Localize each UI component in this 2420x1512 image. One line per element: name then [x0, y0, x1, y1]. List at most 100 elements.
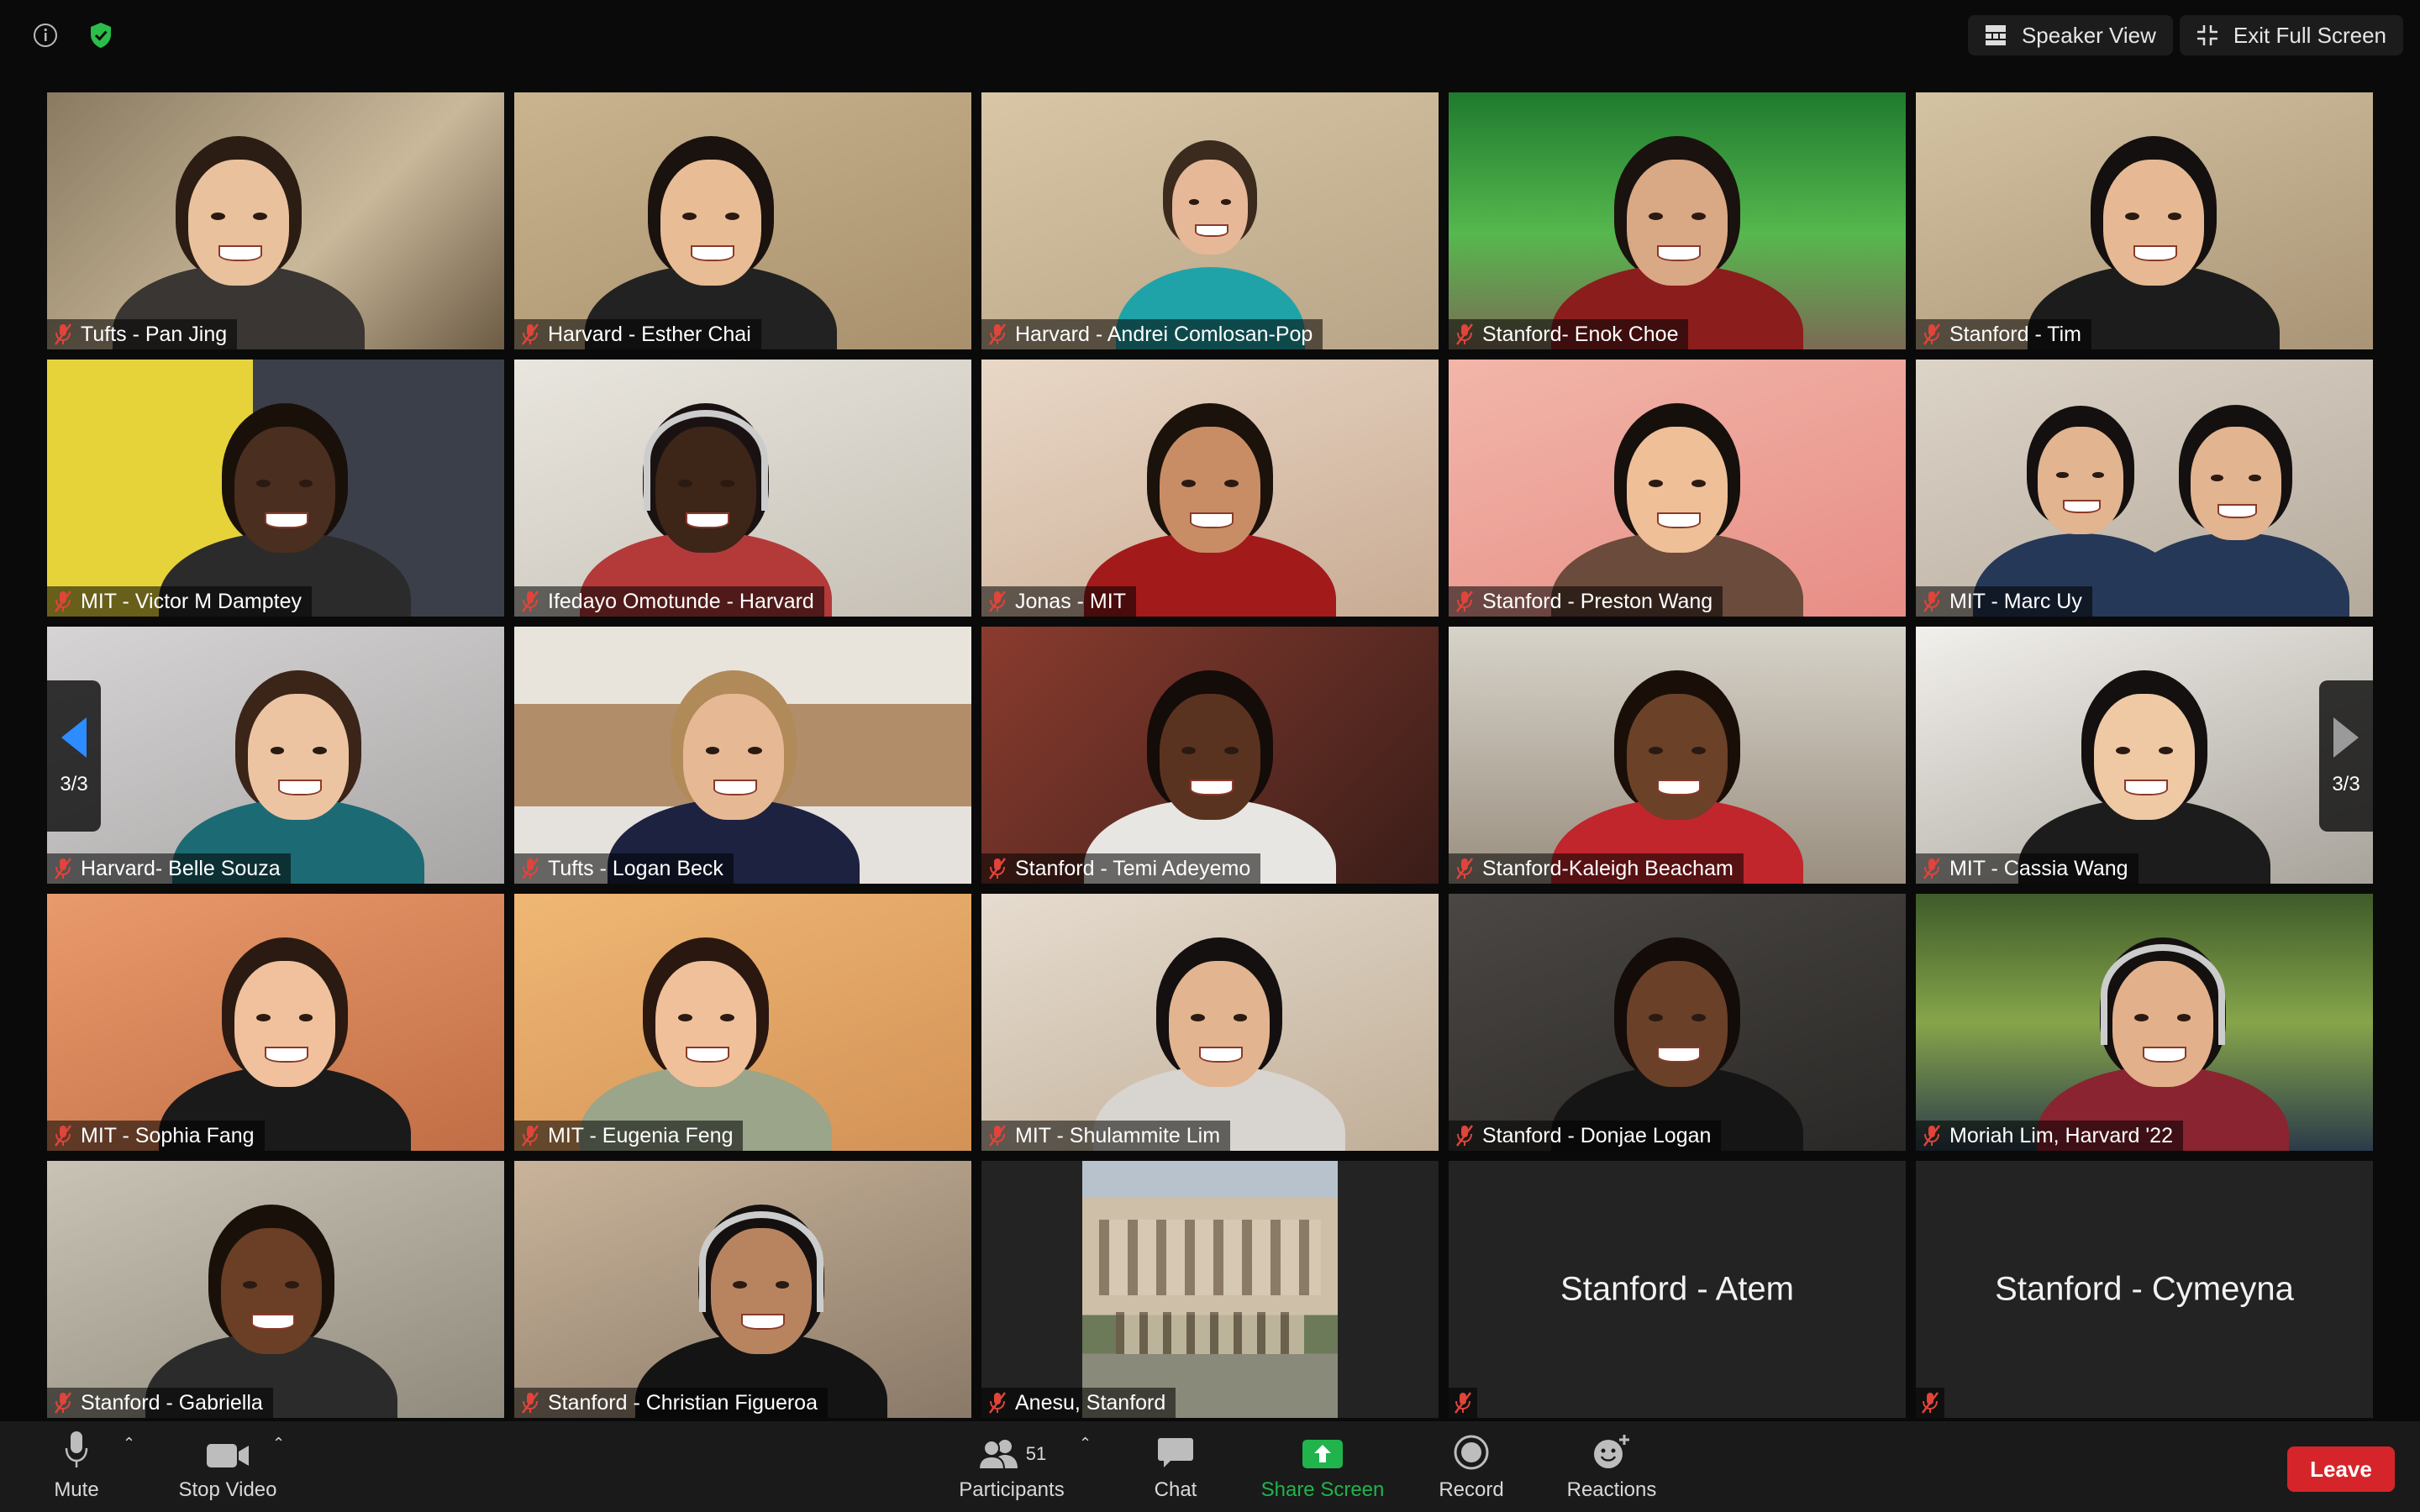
participant-name-label: Moriah Lim, Harvard '22 — [1916, 1121, 2183, 1151]
reactions-button[interactable]: Reactions — [1563, 1426, 1660, 1502]
participant-video-tile[interactable]: MIT - Sophia Fang — [47, 894, 504, 1151]
page-indicator-right: 3/3 — [2332, 773, 2360, 795]
participant-name-label: MIT - Eugenia Feng — [514, 1121, 744, 1151]
participants-button[interactable]: 51 Participants — [953, 1426, 1071, 1502]
share-screen-button[interactable]: Share Screen — [1257, 1426, 1388, 1502]
participant-face — [1172, 160, 1248, 255]
participant-name-label: Harvard - Esther Chai — [514, 319, 761, 349]
participant-video-tile[interactable]: Jonas - MIT — [981, 360, 1439, 617]
participant-video-tile[interactable]: Stanford - Christian Figueroa — [514, 1161, 971, 1418]
participant-name: MIT - Cassia Wang — [1949, 856, 2128, 880]
leave-meeting-button[interactable]: Leave — [2287, 1446, 2395, 1492]
participant-name: Stanford - Gabriella — [81, 1390, 263, 1415]
participant-name-label: Stanford-Kaleigh Beacham — [1449, 853, 1744, 884]
mic-muted-icon — [55, 858, 71, 879]
participant-name: MIT - Eugenia Feng — [548, 1123, 734, 1147]
participant-video-tile[interactable]: Harvard- Belle Souza — [47, 627, 504, 884]
participant-video-tile[interactable]: Moriah Lim, Harvard '22 — [1916, 894, 2373, 1151]
participant-video-tile[interactable]: Harvard - Andrei Comlosan-Pop — [981, 92, 1439, 349]
participant-face — [248, 694, 350, 820]
participant-name-label: Ifedayo Omotunde - Harvard — [514, 586, 824, 617]
participant-face — [1627, 961, 1728, 1087]
chat-button[interactable]: Chat — [1146, 1426, 1205, 1502]
participant-name: Ifedayo Omotunde - Harvard — [548, 589, 814, 613]
participant-name-label: MIT - Shulammite Lim — [981, 1121, 1231, 1151]
participant-video-tile[interactable]: Stanford- Enok Choe — [1449, 92, 1906, 349]
stop-video-button[interactable]: Stop Video — [173, 1426, 282, 1502]
exit-fullscreen-icon — [2196, 25, 2217, 45]
participant-name: Stanford - Temi Adeyemo — [1015, 856, 1251, 880]
mic-muted-icon — [1456, 858, 1473, 879]
participant-video-tile[interactable]: Tufts - Logan Beck — [514, 627, 971, 884]
participant-video-tile[interactable]: Stanford - Cymeyna — [1916, 1161, 2373, 1418]
record-button[interactable]: Record — [1435, 1426, 1507, 1502]
participant-video-tile[interactable]: Stanford-Kaleigh Beacham — [1449, 627, 1906, 884]
participant-video-tile[interactable]: Ifedayo Omotunde - Harvard — [514, 360, 971, 617]
participant-video-tile[interactable]: MIT - Marc Uy — [1916, 360, 2373, 617]
participant-video-tile[interactable]: Stanford - Donjae Logan — [1449, 894, 1906, 1151]
exit-full-screen-label: Exit Full Screen — [2233, 22, 2386, 48]
participant-video-tile[interactable]: MIT - Cassia Wang — [1916, 627, 2373, 884]
participant-body — [2122, 533, 2349, 617]
mic-muted-icon — [1923, 858, 1940, 879]
participant-face — [1627, 694, 1728, 820]
participant-video-tile[interactable]: Stanford - Preston Wang — [1449, 360, 1906, 617]
record-label: Record — [1439, 1478, 1504, 1501]
participant-name: MIT - Victor M Damptey — [81, 589, 302, 613]
participant-status-bar — [1916, 1388, 1944, 1418]
participant-name-label: MIT - Victor M Damptey — [47, 586, 313, 617]
participant-face — [660, 160, 761, 286]
encryption-shield-icon[interactable] — [82, 17, 119, 54]
participant-video-tile[interactable]: Tufts - Pan Jing — [47, 92, 504, 349]
participant-video-tile[interactable]: Harvard - Esther Chai — [514, 92, 971, 349]
participant-face — [1168, 961, 1270, 1087]
participant-video-tile[interactable]: Anesu, Stanford — [981, 1161, 1439, 1418]
headphones — [2100, 944, 2225, 1045]
participant-video-tile[interactable]: MIT - Shulammite Lim — [981, 894, 1439, 1151]
participant-face — [683, 694, 785, 820]
participant-face — [188, 160, 290, 286]
previous-page-button[interactable]: 3/3 — [47, 680, 101, 832]
participant-name: Stanford - Tim — [1949, 322, 2081, 346]
participant-video-tile[interactable]: Stanford - Tim — [1916, 92, 2373, 349]
mic-muted-icon — [1455, 1392, 1471, 1414]
participant-name: Harvard - Andrei Comlosan-Pop — [1015, 322, 1313, 346]
audio-options-caret-icon[interactable]: ⌃ — [123, 1435, 135, 1452]
participants-options-caret-icon[interactable]: ⌃ — [1079, 1435, 1092, 1452]
mic-muted-icon — [1923, 591, 1940, 612]
participant-name-label: Stanford - Donjae Logan — [1449, 1121, 1722, 1151]
mic-muted-icon — [989, 1392, 1006, 1414]
participant-video-tile[interactable]: Stanford - Gabriella — [47, 1161, 504, 1418]
participant-name: Stanford - Donjae Logan — [1482, 1123, 1712, 1147]
mute-label: Mute — [54, 1478, 99, 1501]
participant-face — [1627, 160, 1728, 286]
participant-profile-image — [1082, 1161, 1338, 1418]
participant-name-placeholder: Stanford - Cymeyna — [1995, 1270, 2294, 1308]
participant-video-tile[interactable]: MIT - Victor M Damptey — [47, 360, 504, 617]
participant-video-tile[interactable]: MIT - Eugenia Feng — [514, 894, 971, 1151]
record-icon — [1454, 1435, 1489, 1470]
participant-video-tile[interactable]: Stanford - Temi Adeyemo — [981, 627, 1439, 884]
participant-name-label: MIT - Cassia Wang — [1916, 853, 2139, 884]
participant-face — [1160, 694, 1260, 820]
participants-count: 51 — [1025, 1443, 1047, 1464]
video-gallery-grid: Tufts - Pan Jing Harvard - Esther Chai Har… — [47, 92, 2373, 1418]
speaker-view-button[interactable]: Speaker View — [1967, 15, 2173, 55]
participant-name: MIT - Marc Uy — [1949, 589, 2082, 613]
mic-muted-icon — [989, 591, 1006, 612]
participant-name: Tufts - Pan Jing — [81, 322, 228, 346]
participant-name: Jonas - MIT — [1015, 589, 1126, 613]
share-screen-icon — [1302, 1440, 1343, 1468]
video-options-caret-icon[interactable]: ⌃ — [272, 1435, 285, 1452]
participant-name: Moriah Lim, Harvard '22 — [1949, 1123, 2173, 1147]
mute-button[interactable]: Mute — [47, 1426, 106, 1502]
info-icon[interactable] — [27, 17, 64, 54]
participant-video-tile[interactable]: Stanford - Atem — [1449, 1161, 1906, 1418]
arrow-right-icon — [2333, 717, 2359, 758]
exit-full-screen-button[interactable]: Exit Full Screen — [2179, 15, 2403, 55]
participant-face — [234, 961, 335, 1087]
mic-muted-icon — [989, 858, 1006, 879]
mic-muted-icon — [55, 591, 71, 612]
next-page-button[interactable]: 3/3 — [2319, 680, 2373, 832]
participant-name: Stanford- Enok Choe — [1482, 322, 1679, 346]
